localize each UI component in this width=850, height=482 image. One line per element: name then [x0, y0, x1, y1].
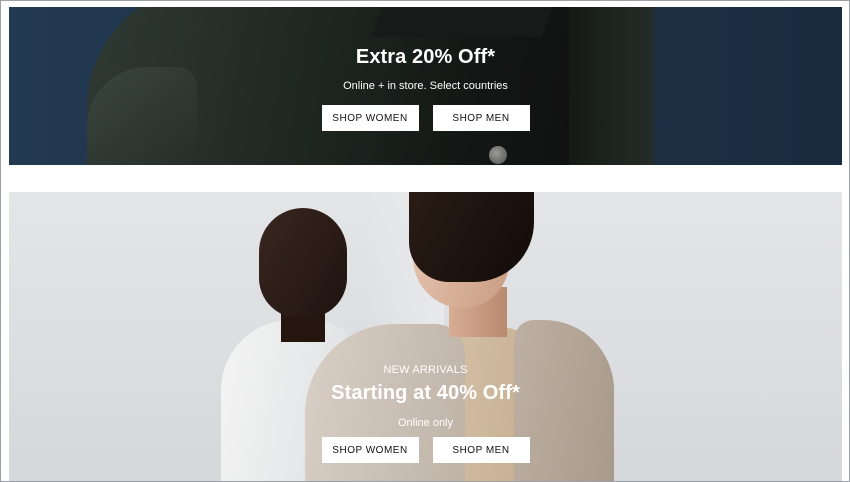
hero-photo-coat-button [489, 146, 507, 164]
shop-women-button[interactable]: SHOP WOMEN [321, 437, 419, 463]
page-frame: Extra 20% Off* Online + in store. Select… [0, 0, 850, 482]
banner-content: Extra 20% Off* Online + in store. Select… [9, 45, 842, 131]
banner-button-row: SHOP WOMEN SHOP MEN [9, 105, 842, 131]
banner-headline: Starting at 40% Off* [331, 382, 520, 404]
promo-banner-new-arrivals: NEW ARRIVALS Starting at 40% Off* Online… [9, 192, 842, 481]
banner-subline: Online + in store. Select countries [343, 80, 508, 92]
hero-photo-collar [371, 7, 557, 37]
hero-photo-woman-hair [409, 192, 534, 282]
shop-men-button[interactable]: SHOP MEN [432, 437, 530, 463]
banner-subline: Online only [397, 417, 454, 429]
banner-headline: Extra 20% Off* [355, 46, 496, 68]
shop-men-button[interactable]: SHOP MEN [432, 105, 530, 131]
banner-button-row: SHOP WOMEN SHOP MEN [9, 437, 842, 463]
banner-content: NEW ARRIVALS Starting at 40% Off* Online… [9, 363, 842, 463]
promo-banner-extra-20-off: Extra 20% Off* Online + in store. Select… [9, 7, 842, 165]
hero-photo-man-head [259, 208, 347, 318]
shop-women-button[interactable]: SHOP WOMEN [321, 105, 419, 131]
banner-eyebrow: NEW ARRIVALS [383, 364, 468, 376]
